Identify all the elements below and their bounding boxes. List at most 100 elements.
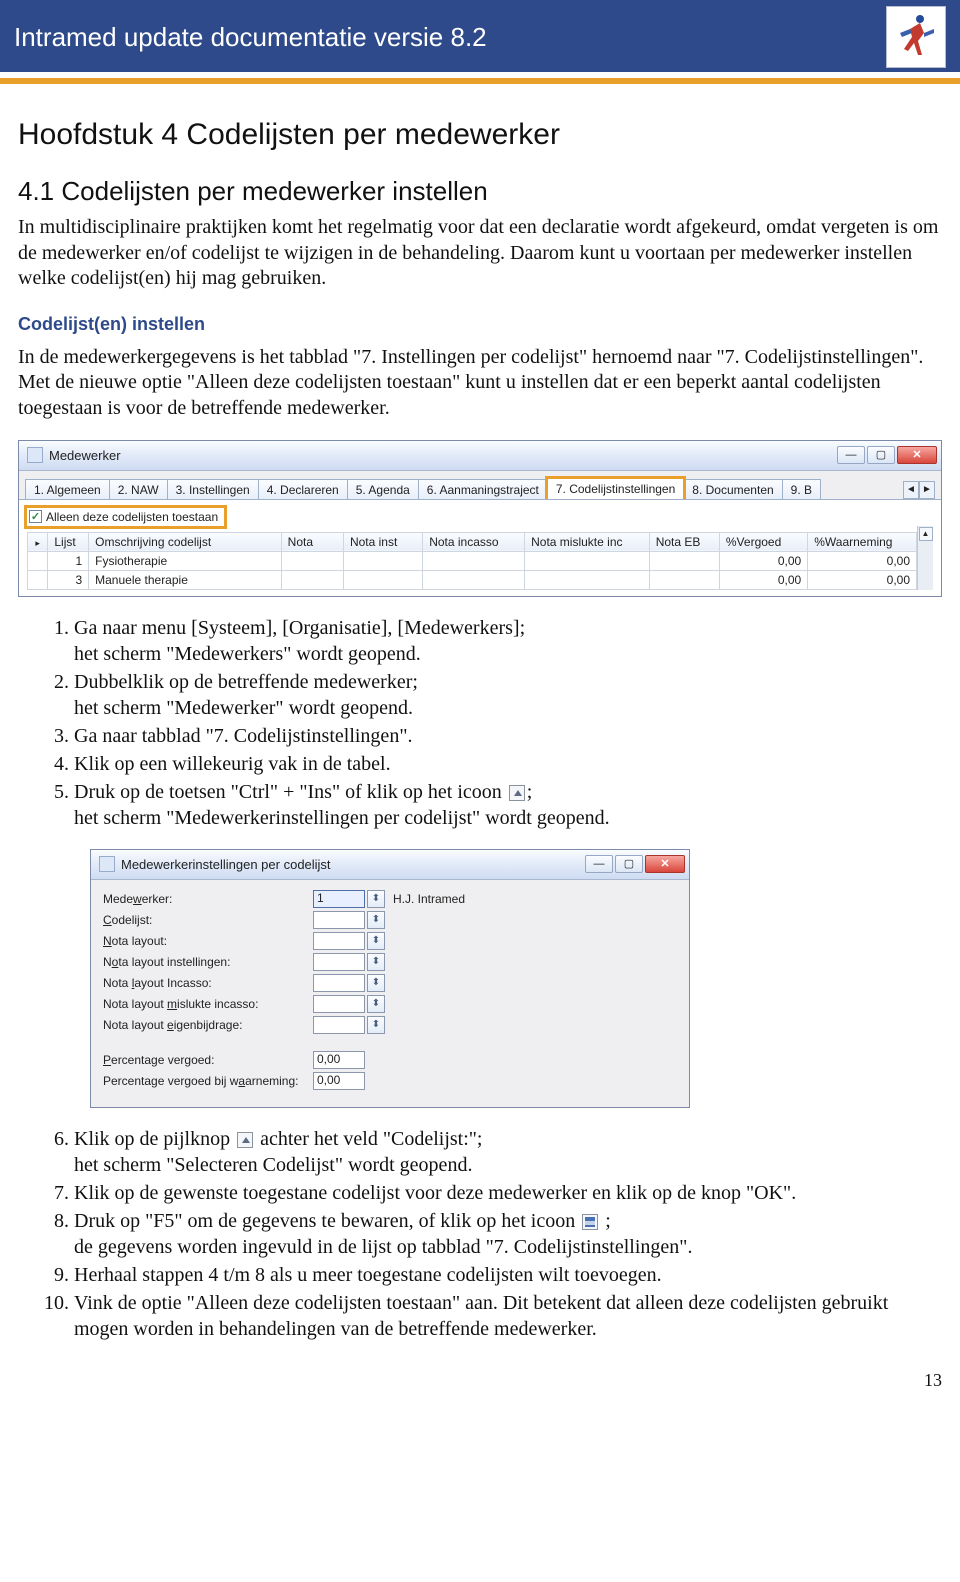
step-item: Klik op de pijlknop achter het veld "Cod… xyxy=(74,1126,942,1178)
step-item: Dubbelklik op de betreffende medewerker;… xyxy=(74,669,942,721)
col-header[interactable]: %Waarneming xyxy=(808,532,917,551)
text-input[interactable]: 0,00 xyxy=(313,1051,365,1069)
col-header[interactable]: ▸ xyxy=(28,532,48,551)
col-header[interactable]: Nota incasso xyxy=(423,532,525,551)
minimize-button[interactable]: — xyxy=(837,446,865,464)
form-row: Nota layout eigenbijdrage: ⬍ xyxy=(103,1016,677,1034)
step-item: Klik op een willekeurig vak in de tabel. xyxy=(74,751,942,777)
page-number: 13 xyxy=(18,1370,942,1391)
tab-scroll-right-icon[interactable]: ► xyxy=(919,481,935,499)
form-row: Nota layout Incasso: ⬍ xyxy=(103,974,677,992)
text-input[interactable] xyxy=(313,1016,365,1034)
text-input[interactable] xyxy=(313,974,365,992)
text-input[interactable] xyxy=(313,911,365,929)
field-label: Nota layout eigenbijdrage: xyxy=(103,1018,313,1032)
picker-button-icon[interactable]: ⬍ xyxy=(367,890,385,908)
minimize-button[interactable]: — xyxy=(585,855,613,873)
app-icon xyxy=(99,856,115,872)
running-figure-icon xyxy=(894,11,938,63)
tab-7[interactable]: 8. Documenten xyxy=(683,479,782,500)
col-header[interactable]: Nota inst xyxy=(343,532,422,551)
table-row[interactable]: 1Fysiotherapie0,000,00 xyxy=(28,551,917,570)
chapter-title: Hoofdstuk 4 Codelijsten per medewerker xyxy=(18,118,942,152)
tab-8[interactable]: 9. B xyxy=(782,479,821,500)
tab-0[interactable]: 1. Algemeen xyxy=(25,479,110,500)
step-item: Druk op "F5" om de gegevens te bewaren, … xyxy=(74,1208,942,1260)
section-title: 4.1 Codelijsten per medewerker instellen xyxy=(18,176,942,207)
steps-list-a: Ga naar menu [Systeem], [Organisatie], [… xyxy=(18,615,942,831)
tab-scroll-left-icon[interactable]: ◄ xyxy=(903,481,919,499)
window-title-2: Medewerkerinstellingen per codelijst xyxy=(121,857,579,872)
tab-strip: 1. Algemeen2. NAW3. Instellingen4. Decla… xyxy=(19,471,941,500)
form-row: Codelijst:⬍ xyxy=(103,911,677,929)
step-item: Ga naar menu [Systeem], [Organisatie], [… xyxy=(74,615,942,667)
text-input[interactable] xyxy=(313,953,365,971)
checkbox-label: Alleen deze codelijsten toestaan xyxy=(46,510,218,524)
screenshot-instellingen-window: Medewerkerinstellingen per codelijst — ▢… xyxy=(90,849,690,1108)
field-label: Nota layout Incasso: xyxy=(103,976,313,990)
step-item: Druk op de toetsen "Ctrl" + "Ins" of kli… xyxy=(74,779,942,831)
field-label: Nota layout mislukte incasso: xyxy=(103,997,313,1011)
table-row[interactable]: 3Manuele therapie0,000,00 xyxy=(28,570,917,589)
picker-button-icon[interactable]: ⬍ xyxy=(367,974,385,992)
picker-button-icon[interactable]: ⬍ xyxy=(367,1016,385,1034)
col-header[interactable]: Lijst xyxy=(48,532,89,551)
steps-list-b: Klik op de pijlknop achter het veld "Cod… xyxy=(18,1126,942,1342)
window-title: Medewerker xyxy=(49,448,831,463)
maximize-button[interactable]: ▢ xyxy=(867,446,895,464)
step-item: Klik op de gewenste toegestane codelijst… xyxy=(74,1180,942,1206)
text-input[interactable]: 1 xyxy=(313,890,365,908)
insert-icon xyxy=(509,785,525,801)
app-icon xyxy=(27,447,43,463)
maximize-button[interactable]: ▢ xyxy=(615,855,643,873)
form-row: Percentage vergoed:0,00 xyxy=(103,1051,677,1069)
col-header[interactable]: Nota EB xyxy=(649,532,719,551)
col-header[interactable]: Nota mislukte inc xyxy=(525,532,650,551)
checkbox-icon[interactable]: ✓ xyxy=(29,510,42,523)
intro-paragraph: In multidisciplinaire praktijken komt he… xyxy=(18,215,942,292)
window-titlebar: Medewerker — ▢ ✕ xyxy=(19,441,941,471)
close-button[interactable]: ✕ xyxy=(897,446,937,464)
codelijst-table: ▸ LijstOmschrijving codelijstNotaNota ins… xyxy=(27,532,917,590)
tab-6[interactable]: 7. Codelijstinstellingen xyxy=(547,478,684,500)
accent-stripe xyxy=(0,78,960,84)
picker-icon xyxy=(237,1132,253,1148)
col-header[interactable]: Nota xyxy=(281,532,343,551)
close-button[interactable]: ✕ xyxy=(645,855,685,873)
form-row: Nota layout:⬍ xyxy=(103,932,677,950)
scroll-up-icon[interactable]: ▲ xyxy=(919,527,933,541)
form-row: Medewerker:1⬍ H.J. Intramed xyxy=(103,890,677,908)
paragraph-2: In de medewerkergegevens is het tabblad … xyxy=(18,345,942,422)
picker-button-icon[interactable]: ⬍ xyxy=(367,953,385,971)
header-banner: Intramed update documentatie versie 8.2 xyxy=(0,0,960,72)
banner-title: Intramed update documentatie versie 8.2 xyxy=(14,22,487,53)
form-row: Nota layout instellingen:⬍ xyxy=(103,953,677,971)
window-titlebar-2: Medewerkerinstellingen per codelijst — ▢… xyxy=(91,850,689,880)
col-header[interactable]: %Vergoed xyxy=(719,532,807,551)
col-header[interactable]: Omschrijving codelijst xyxy=(89,532,282,551)
text-input[interactable] xyxy=(313,932,365,950)
field-label: Medewerker: xyxy=(103,892,313,906)
step-item: Herhaal stappen 4 t/m 8 als u meer toege… xyxy=(74,1262,942,1288)
field-label: Percentage vergoed bij waarneming: xyxy=(103,1074,313,1088)
subheading-codelijst: Codelijst(en) instellen xyxy=(18,314,942,335)
field-label: Percentage vergoed: xyxy=(103,1053,313,1067)
picker-button-icon[interactable]: ⬍ xyxy=(367,995,385,1013)
tab-5[interactable]: 6. Aanmaningstraject xyxy=(418,479,548,500)
tab-1[interactable]: 2. NAW xyxy=(109,479,168,500)
row-marker-icon: ▸ xyxy=(35,538,40,548)
step-item: Vink de optie "Alleen deze codelijsten t… xyxy=(74,1290,942,1342)
picker-button-icon[interactable]: ⬍ xyxy=(367,932,385,950)
tab-2[interactable]: 3. Instellingen xyxy=(167,479,259,500)
form-row: Percentage vergoed bij waarneming:0,00 xyxy=(103,1072,677,1090)
text-input[interactable]: 0,00 xyxy=(313,1072,365,1090)
text-input[interactable] xyxy=(313,995,365,1013)
save-icon xyxy=(582,1214,598,1230)
field-readonly-value: H.J. Intramed xyxy=(393,892,465,906)
picker-button-icon[interactable]: ⬍ xyxy=(367,911,385,929)
vertical-scrollbar[interactable]: ▲ xyxy=(917,526,933,590)
allow-only-these-checkbox-row: ✓ Alleen deze codelijsten toestaan xyxy=(27,508,224,526)
tab-3[interactable]: 4. Declareren xyxy=(258,479,348,500)
tab-4[interactable]: 5. Agenda xyxy=(347,479,419,500)
screenshot-medewerker-window: Medewerker — ▢ ✕ 1. Algemeen2. NAW3. Ins… xyxy=(18,440,942,597)
